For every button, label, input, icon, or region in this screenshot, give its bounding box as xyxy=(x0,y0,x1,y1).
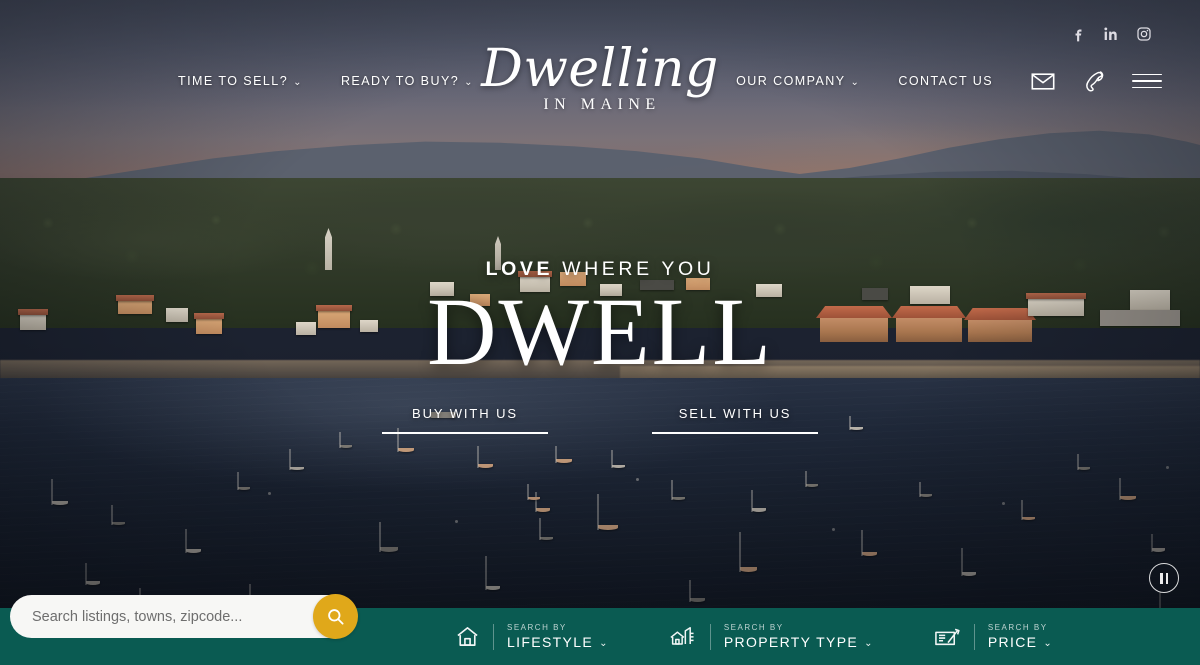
mail-icon[interactable] xyxy=(1031,72,1055,91)
filter-text: SEARCH BY LIFESTYLE ⌄ xyxy=(507,623,609,650)
chevron-down-icon: ⌄ xyxy=(464,76,474,88)
search-bar: SEARCH BY LIFESTYLE ⌄ xyxy=(0,594,1200,665)
search-field-wrapper xyxy=(10,594,358,639)
filter-divider xyxy=(709,623,711,650)
hero-cta-group: BUY WITH US SELL WITH US xyxy=(0,406,1200,434)
nav-item-label: TIME TO SELL? xyxy=(178,74,289,88)
chevron-down-icon: ⌄ xyxy=(1043,637,1054,649)
cta-label: BUY WITH US xyxy=(412,405,518,421)
buildings-icon xyxy=(669,625,710,648)
search-submit-button[interactable] xyxy=(313,594,358,639)
chevron-down-icon: ⌄ xyxy=(864,637,874,649)
filter-property-type[interactable]: SEARCH BY PROPERTY TYPE ⌄ xyxy=(669,623,874,650)
nav-item-our-company[interactable]: OUR COMPANY ⌄ xyxy=(736,74,860,88)
home-icon xyxy=(455,625,493,648)
filter-price[interactable]: SEARCH BY PRICE ⌄ xyxy=(934,623,1053,650)
sell-with-us-button[interactable]: SELL WITH US xyxy=(652,406,818,434)
buy-with-us-button[interactable]: BUY WITH US xyxy=(382,406,548,434)
site-logo[interactable]: Dwelling IN MAINE xyxy=(481,39,719,114)
phone-icon[interactable] xyxy=(1085,70,1106,92)
nav-right-group: OUR COMPANY ⌄ CONTACT US xyxy=(736,58,1162,104)
pause-button[interactable] xyxy=(1149,563,1179,593)
filter-label: PRICE xyxy=(987,634,1038,650)
hamburger-menu-icon[interactable] xyxy=(1132,73,1162,89)
hero-content: LOVE WHERE YOU DWELL BUY WITH US SELL WI… xyxy=(0,258,1200,434)
nav-item-ready-to-buy[interactable]: READY TO BUY? ⌄ xyxy=(341,74,474,88)
linkedin-icon[interactable] xyxy=(1103,26,1119,42)
filter-divider xyxy=(493,623,494,650)
cta-label: SELL WITH US xyxy=(678,405,792,421)
nav-item-label: CONTACT US xyxy=(898,74,993,88)
filter-eyebrow: SEARCH BY xyxy=(723,623,784,632)
chevron-down-icon: ⌄ xyxy=(599,637,609,649)
logo-script-text: Dwelling xyxy=(481,39,719,99)
nav-left-group: TIME TO SELL? ⌄ READY TO BUY? ⌄ xyxy=(178,58,474,104)
filter-lifestyle[interactable]: SEARCH BY LIFESTYLE ⌄ xyxy=(455,623,609,650)
check-money-icon xyxy=(934,626,974,648)
cta-underline xyxy=(382,431,548,434)
cta-underline xyxy=(652,431,818,434)
filter-text: SEARCH BY PROPERTY TYPE ⌄ xyxy=(724,623,874,650)
filter-label-row: PRICE ⌄ xyxy=(988,634,1053,650)
filter-eyebrow: SEARCH BY xyxy=(507,623,567,632)
search-filters: SEARCH BY LIFESTYLE ⌄ SEARCH BY PROPERTY… xyxy=(455,608,1053,665)
chevron-down-icon: ⌄ xyxy=(850,76,861,88)
nav-item-label: READY TO BUY? xyxy=(340,74,460,88)
filter-text: SEARCH BY PRICE ⌄ xyxy=(988,623,1053,650)
nav-item-contact-us[interactable]: CONTACT US xyxy=(898,74,993,88)
search-input[interactable] xyxy=(10,595,355,638)
nav-item-time-to-sell[interactable]: TIME TO SELL? ⌄ xyxy=(178,74,303,88)
facebook-icon[interactable] xyxy=(1070,26,1086,42)
filter-divider xyxy=(973,623,975,650)
hero-headline: DWELL xyxy=(427,278,773,385)
social-links xyxy=(1070,26,1152,42)
filter-eyebrow: SEARCH BY xyxy=(987,623,1048,632)
filter-label-row: LIFESTYLE ⌄ xyxy=(507,634,609,650)
filter-label-row: PROPERTY TYPE ⌄ xyxy=(724,634,874,650)
hero-eyebrow-strong: LOVE xyxy=(485,258,554,280)
filter-label: LIFESTYLE xyxy=(507,634,594,650)
filter-label: PROPERTY TYPE xyxy=(723,634,859,650)
chevron-down-icon: ⌄ xyxy=(293,76,303,88)
instagram-icon[interactable] xyxy=(1136,26,1152,42)
homepage: TIME TO SELL? ⌄ READY TO BUY? ⌄ OUR COMP… xyxy=(0,0,1200,665)
nav-item-label: OUR COMPANY xyxy=(736,74,846,88)
hero-eyebrow-rest: WHERE YOU xyxy=(553,258,715,280)
